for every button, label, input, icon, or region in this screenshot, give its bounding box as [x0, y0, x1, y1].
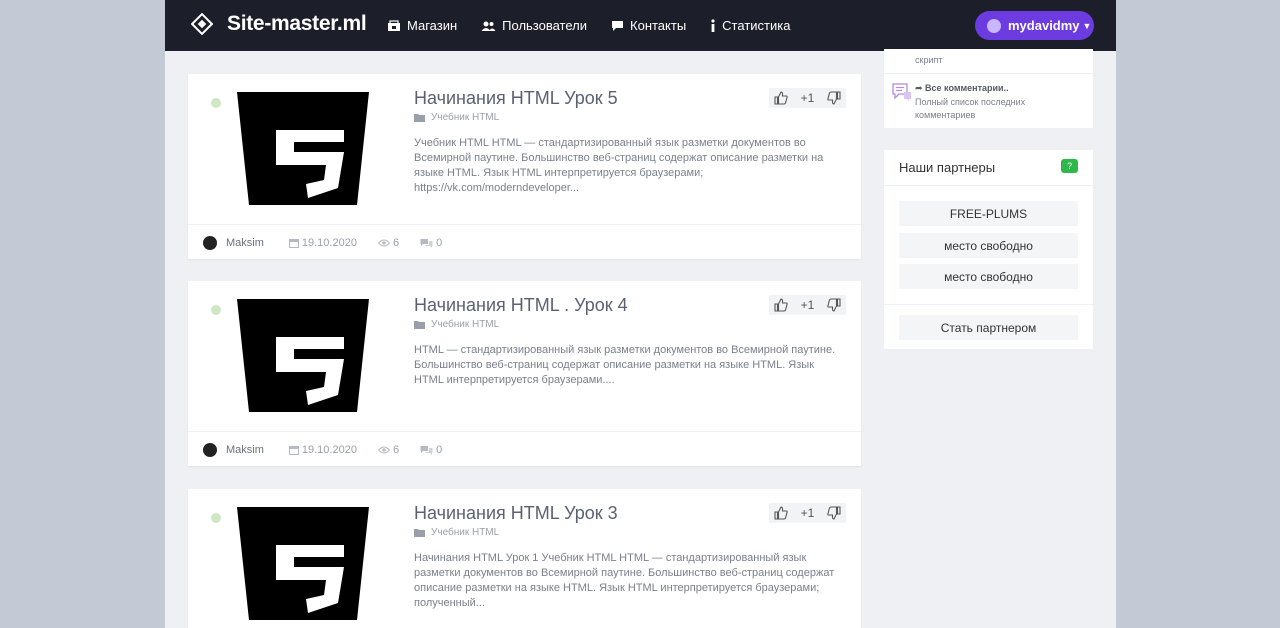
post-category[interactable]: Учебник HTML — [414, 527, 499, 538]
top-navbar: Site-master.ml Магазин Пользователи Конт… — [165, 0, 1116, 51]
post-comments-value: 0 — [436, 236, 443, 249]
thumbs-down-icon[interactable] — [827, 91, 841, 105]
post-comments-value: 0 — [436, 443, 443, 456]
main-nav: Магазин Пользователи Контакты Статистика — [387, 0, 814, 51]
folder-icon — [414, 529, 425, 537]
status-dot — [211, 305, 221, 315]
post-title[interactable]: Начинания HTML Урок 5 — [414, 88, 618, 109]
all-comments-title: Все комментарии.. — [925, 83, 1009, 93]
divider — [884, 185, 1093, 186]
post-footer: Maksim 19.10.2020 6 0 — [188, 431, 861, 467]
avatar — [987, 18, 1001, 33]
nav-users-label: Пользователи — [502, 18, 588, 33]
sidebar-link-desc: скрипт — [915, 55, 943, 65]
thumbs-down-icon[interactable] — [827, 506, 841, 520]
post-excerpt: HTML — стандартизированный язык разметки… — [414, 344, 836, 386]
html5-logo-thumbnail[interactable] — [236, 92, 370, 205]
help-icon[interactable]: ? — [1061, 159, 1078, 173]
comments-icon — [420, 238, 433, 248]
calendar-icon — [288, 238, 299, 248]
post-category-label: Учебник HTML — [431, 112, 500, 123]
chevron-down-icon: ▼ — [1082, 20, 1092, 31]
partner-slot[interactable]: место свободно — [899, 233, 1078, 258]
author-avatar — [203, 442, 217, 457]
vote-box: +1 — [769, 295, 846, 315]
chat-icon — [612, 20, 624, 31]
html5-logo-thumbnail[interactable] — [236, 507, 370, 620]
post-category[interactable]: Учебник HTML — [414, 319, 499, 330]
nav-users[interactable]: Пользователи — [481, 18, 587, 33]
post-excerpt: Учебник HTML HTML — стандартизированный … — [414, 137, 824, 194]
sidebar-links-block: скрипт ➦ Все комментарии.. Полный список… — [884, 49, 1093, 128]
become-partner-button[interactable]: Стать партнером — [899, 315, 1078, 340]
post-views-value: 6 — [392, 443, 400, 456]
logo-icon[interactable] — [191, 13, 213, 35]
thumbs-up-icon[interactable] — [774, 506, 788, 520]
eye-icon — [377, 239, 390, 246]
eye-icon — [377, 446, 390, 453]
partner-slot[interactable]: FREE-PLUMS — [899, 201, 1078, 226]
post-comments: 0 — [420, 444, 442, 456]
author-name: Maksim — [226, 443, 264, 456]
post-category[interactable]: Учебник HTML — [414, 112, 499, 123]
nav-contacts-label: Контакты — [630, 18, 687, 33]
thumbs-up-icon[interactable] — [774, 91, 788, 105]
vote-box: +1 — [769, 88, 846, 108]
partners-heading: Наши партнеры — [899, 160, 996, 175]
shop-icon — [388, 19, 400, 31]
thumbs-up-icon[interactable] — [774, 298, 788, 312]
partners-widget: Наши партнеры ? FREE-PLUMS место свободн… — [884, 150, 1093, 349]
html5-logo-thumbnail[interactable] — [236, 299, 370, 412]
post-title[interactable]: Начинания HTML Урок 3 — [414, 503, 618, 524]
status-dot — [211, 98, 221, 108]
author-avatar — [203, 235, 217, 250]
post-date-value: 19.10.2020 — [301, 443, 357, 456]
nav-stats-label: Статистика — [722, 18, 791, 33]
post-author[interactable]: Maksim — [203, 442, 264, 457]
post-views: 6 — [377, 443, 400, 456]
all-comments-desc: Полный список последних комментариев — [915, 97, 1026, 120]
users-icon — [481, 21, 496, 31]
all-comments-link[interactable]: ➦ Все комментарии.. — [915, 83, 1009, 94]
nav-shop-label: Магазин — [407, 18, 458, 33]
nav-contacts[interactable]: Контакты — [611, 18, 686, 33]
post-card: Начинания HTML Урок 3 Учебник HTML Начин… — [188, 489, 861, 628]
post-author[interactable]: Maksim — [203, 235, 264, 250]
post-card: Начинания HTML Урок 5 Учебник HTML Учебн… — [188, 74, 861, 259]
divider — [884, 304, 1093, 305]
nav-stats[interactable]: Статистика — [710, 18, 790, 33]
post-views-value: 6 — [392, 236, 400, 249]
post-category-label: Учебник HTML — [431, 527, 500, 538]
author-name: Maksim — [226, 236, 264, 249]
folder-icon — [414, 321, 425, 329]
partner-slot[interactable]: место свободно — [899, 264, 1078, 289]
post-date: 19.10.2020 — [288, 443, 357, 456]
post-excerpt: Начинания HTML Урок 1 Учебник HTML HTML … — [414, 552, 835, 609]
post-views: 6 — [377, 236, 400, 249]
post-footer: Maksim 19.10.2020 6 0 — [188, 224, 861, 260]
username: mydavidmy — [1008, 18, 1080, 33]
nav-shop[interactable]: Магазин — [387, 18, 457, 33]
page: Site-master.ml Магазин Пользователи Конт… — [165, 0, 1116, 628]
comments-list-icon — [892, 83, 911, 101]
vote-count: +1 — [800, 298, 815, 312]
status-dot — [211, 513, 221, 523]
vote-count: +1 — [800, 91, 815, 105]
user-menu-button[interactable]: mydavidmy ▼ — [975, 11, 1094, 40]
divider — [884, 73, 1093, 74]
vote-count: +1 — [800, 506, 815, 520]
post-card: Начинания HTML . Урок 4 Учебник HTML HTM… — [188, 281, 861, 466]
folder-icon — [414, 114, 425, 122]
calendar-icon — [288, 445, 299, 455]
info-icon — [711, 19, 715, 32]
brand-name[interactable]: Site-master.ml — [227, 12, 367, 36]
post-title[interactable]: Начинания HTML . Урок 4 — [414, 295, 628, 316]
post-category-label: Учебник HTML — [431, 319, 500, 330]
vote-box: +1 — [769, 503, 846, 523]
comments-icon — [420, 445, 433, 455]
post-comments: 0 — [420, 237, 442, 249]
post-date-value: 19.10.2020 — [301, 236, 357, 249]
thumbs-down-icon[interactable] — [827, 298, 841, 312]
post-date: 19.10.2020 — [288, 236, 357, 249]
